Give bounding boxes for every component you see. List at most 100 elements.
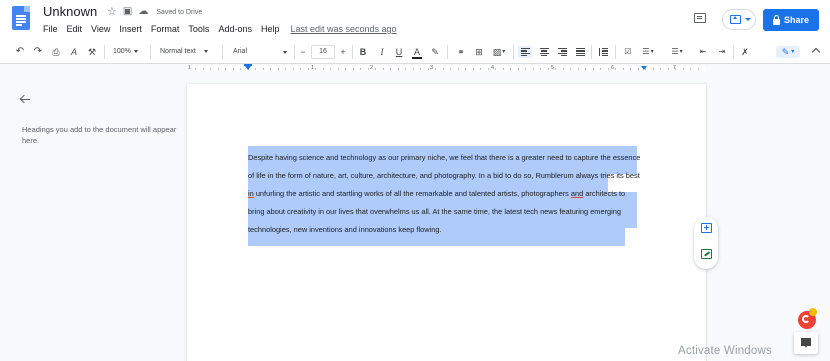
outline-hint-text: Headings you add to the document will ap…: [22, 125, 177, 145]
menu-view[interactable]: View: [91, 24, 110, 34]
spellcheck-icon[interactable]: A: [68, 46, 80, 58]
ruler-tick: [675, 68, 676, 70]
text-color-button[interactable]: A: [412, 46, 422, 59]
document-title[interactable]: Unknown: [43, 4, 97, 19]
notification-dot: [809, 308, 817, 316]
ruler-track: 11234567: [187, 65, 706, 72]
ruler-tick: [600, 68, 601, 70]
italic-button[interactable]: I: [377, 46, 387, 58]
ruler-tick: [300, 68, 301, 70]
bulleted-list-icon[interactable]: ☰ ▾: [639, 46, 657, 58]
share-button[interactable]: Share: [763, 9, 819, 31]
ruler-tick: [412, 68, 414, 70]
move-folder-icon[interactable]: ▣: [123, 6, 132, 18]
ruler-tick: [667, 68, 669, 70]
misspelled-word[interactable]: and: [571, 189, 583, 198]
ruler-tick: [510, 68, 511, 70]
align-left-button[interactable]: [518, 46, 532, 58]
ruler-tick: [622, 68, 624, 70]
ruler-tick: [337, 68, 339, 70]
ruler-tick: [217, 68, 219, 70]
increase-font-size-button[interactable]: +: [339, 46, 347, 58]
lock-icon: [772, 14, 780, 25]
line-spacing-icon[interactable]: [597, 46, 609, 58]
font-select[interactable]: Arial: [233, 46, 291, 58]
ruler-tick: [367, 68, 369, 70]
editing-mode-button[interactable]: ✎ ▾: [776, 46, 800, 58]
ruler-tick: [315, 68, 316, 70]
comment-history-icon[interactable]: [694, 13, 706, 23]
activate-windows-watermark: Activate Windows: [678, 345, 772, 357]
ruler-tick: [660, 68, 661, 70]
checklist-icon[interactable]: ☑: [621, 46, 635, 58]
ruler-tick: [547, 68, 549, 70]
menu-insert[interactable]: Insert: [119, 24, 142, 34]
ruler-tick: [630, 68, 631, 70]
link-icon[interactable]: ⚭: [455, 46, 467, 58]
ruler-tick: [525, 68, 526, 70]
ruler-tick: [390, 68, 391, 70]
decrease-font-size-button[interactable]: −: [299, 46, 307, 58]
saved-status: Saved to Drive: [156, 8, 203, 16]
decrease-indent-icon[interactable]: ⇤: [697, 46, 709, 58]
menu-addons[interactable]: Add-ons: [218, 24, 252, 34]
right-indent-marker[interactable]: [641, 66, 647, 70]
align-right-button[interactable]: [556, 46, 568, 58]
ruler-tick: [540, 68, 541, 70]
share-label: Share: [783, 15, 809, 25]
ruler-tick: [232, 68, 234, 70]
ruler-tick: [225, 68, 226, 70]
undo-icon[interactable]: ↶: [14, 46, 26, 58]
ruler-number: 2: [370, 65, 374, 71]
zoom-value: 100%: [113, 48, 131, 55]
underline-button[interactable]: U: [394, 46, 404, 58]
docs-logo-icon[interactable]: [12, 6, 30, 30]
bold-button[interactable]: B: [358, 46, 368, 58]
font-size-input[interactable]: 16: [311, 45, 335, 59]
title-actions: ☆ ▣ ☁ Saved to Drive: [107, 6, 202, 18]
last-edit-link[interactable]: Last edit was seconds ago: [290, 24, 396, 34]
ruler-tick: [472, 68, 474, 70]
insert-image-icon[interactable]: ▨ ▾: [490, 46, 508, 58]
document-paragraph[interactable]: Despite having science and technology as…: [248, 149, 643, 239]
menu-tools[interactable]: Tools: [188, 24, 209, 34]
add-comment-icon[interactable]: ⊞: [473, 46, 485, 58]
zoom-select[interactable]: 100%: [113, 46, 138, 58]
ruler-tick: [697, 68, 699, 70]
present-button[interactable]: [722, 9, 756, 30]
ruler-number: 4: [491, 65, 495, 71]
cloud-saved-icon: ☁: [138, 6, 149, 17]
ruler-tick: [480, 68, 481, 70]
justify-button[interactable]: [574, 46, 586, 58]
menu-format[interactable]: Format: [151, 24, 180, 34]
hide-menus-chevron-icon[interactable]: [811, 47, 821, 57]
ruler-tick: [405, 68, 406, 70]
docs-header: Unknown ☆ ▣ ☁ Saved to Drive File Edit V…: [0, 0, 830, 40]
formatting-toolbar: ↶ ↷ ⎙ A ⚒ 100% Normal text Arial − 16 + …: [0, 40, 830, 64]
print-icon[interactable]: ⎙: [50, 46, 62, 58]
ruler-tick: [240, 68, 241, 70]
explore-icon[interactable]: [794, 332, 818, 354]
paragraph-text-1: Despite having science and technology as…: [248, 153, 641, 180]
add-comment-float-icon[interactable]: [701, 223, 712, 233]
left-indent-marker[interactable]: [245, 66, 251, 70]
close-outline-arrow-icon[interactable]: [19, 94, 30, 104]
numbered-list-icon[interactable]: ☰ ▾: [668, 46, 686, 58]
clear-formatting-icon[interactable]: ✗: [739, 46, 751, 58]
vertical-ruler: [0, 73, 6, 361]
menu-edit[interactable]: Edit: [67, 24, 83, 34]
menu-file[interactable]: File: [43, 24, 58, 34]
paint-format-icon[interactable]: ⚒: [86, 46, 98, 58]
style-select[interactable]: Normal text: [160, 46, 208, 58]
ruler-tick: [615, 68, 616, 70]
increase-indent-icon[interactable]: ⇥: [716, 46, 728, 58]
ruler-tick: [375, 68, 376, 70]
star-icon[interactable]: ☆: [107, 6, 117, 18]
align-center-button[interactable]: [538, 46, 550, 58]
suggest-edits-float-icon[interactable]: [701, 249, 712, 259]
redo-icon[interactable]: ↷: [32, 46, 44, 58]
menu-help[interactable]: Help: [261, 24, 280, 34]
ruler-tick: [465, 68, 466, 70]
highlight-color-icon[interactable]: ✎: [430, 46, 440, 58]
ruler-tick: [285, 68, 286, 70]
